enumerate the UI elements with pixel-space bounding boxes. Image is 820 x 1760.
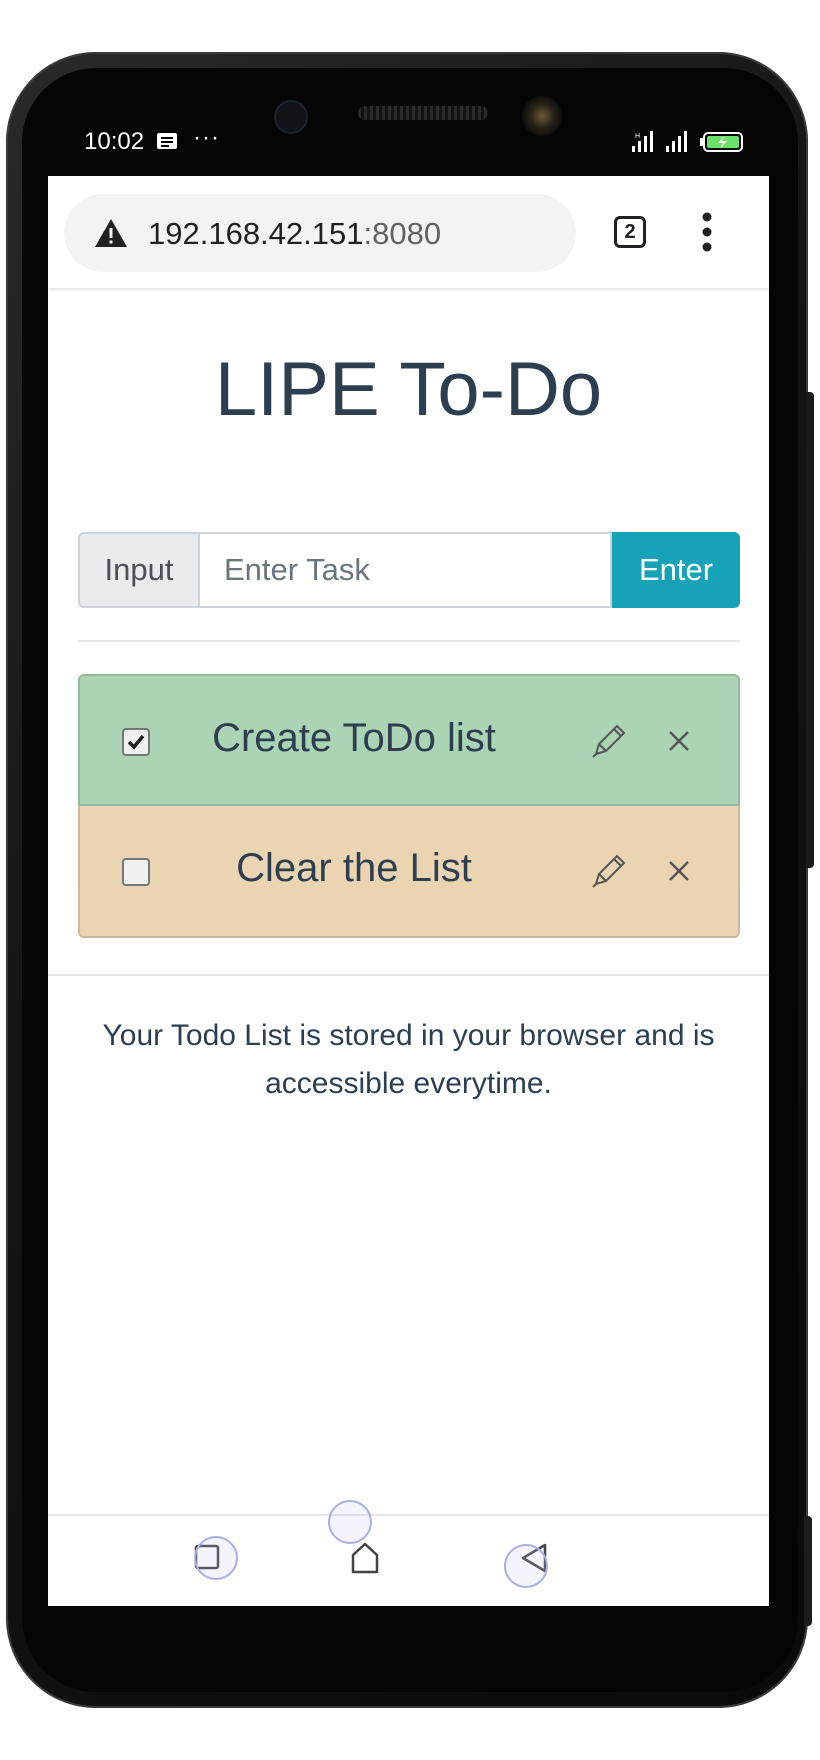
close-icon[interactable] <box>666 728 692 754</box>
tabs-icon[interactable]: 2 <box>614 216 646 248</box>
front-camera <box>274 100 308 134</box>
message-notification-icon <box>157 133 177 149</box>
signal-icon <box>666 131 687 152</box>
home-icon[interactable] <box>350 1542 380 1574</box>
page-title: LIPE To-Do <box>214 347 603 432</box>
signal-icon: H <box>632 131 653 152</box>
url-host: 192.168.42.151 <box>148 216 364 251</box>
touch-indicator <box>328 1500 372 1544</box>
more-notifications-icon: ··· <box>193 124 220 151</box>
side-button <box>804 1516 812 1626</box>
address-bar[interactable]: 192.168.42.151:8080 <box>64 194 576 272</box>
divider <box>78 640 740 642</box>
earpiece-speaker <box>358 106 488 120</box>
front-sensor <box>522 96 562 136</box>
pencil-icon[interactable] <box>590 852 628 890</box>
todo-checkbox[interactable] <box>122 858 150 886</box>
status-time: 10:02 <box>84 128 145 155</box>
todo-list: Create ToDo list Clear the List <box>78 674 740 938</box>
screen: 192.168.42.151:8080 2 LIPE To-Do Input E… <box>48 176 769 1606</box>
pencil-icon[interactable] <box>590 722 628 760</box>
url-text[interactable]: 192.168.42.151:8080 <box>148 216 441 252</box>
checkmark-icon <box>127 734 145 750</box>
todo-checkbox[interactable] <box>122 728 150 756</box>
divider <box>48 974 769 976</box>
touch-indicator <box>194 1536 238 1580</box>
task-input-group: Input Enter <box>78 532 740 608</box>
todo-text: Clear the List <box>236 846 472 890</box>
enter-button[interactable]: Enter <box>612 532 740 608</box>
todo-text: Create ToDo list <box>212 716 496 760</box>
overflow-menu-icon[interactable] <box>702 212 712 252</box>
input-label: Input <box>78 532 200 608</box>
volume-button <box>806 392 814 868</box>
bottom-bezel <box>48 1606 769 1626</box>
svg-text:H: H <box>635 133 640 140</box>
url-port: :8080 <box>363 216 442 251</box>
close-icon[interactable] <box>666 858 692 884</box>
browser-toolbar: 192.168.42.151:8080 2 <box>48 176 769 288</box>
footer-note: Your Todo List is stored in your browser… <box>102 1019 715 1100</box>
touch-indicator <box>504 1544 548 1588</box>
todo-item: Clear the List <box>78 806 740 938</box>
task-input[interactable] <box>200 532 612 608</box>
todo-item: Create ToDo list <box>78 674 740 806</box>
not-secure-warning-icon[interactable] <box>94 218 128 248</box>
system-nav-bar <box>48 1500 769 1606</box>
battery-charging-icon <box>700 132 743 152</box>
